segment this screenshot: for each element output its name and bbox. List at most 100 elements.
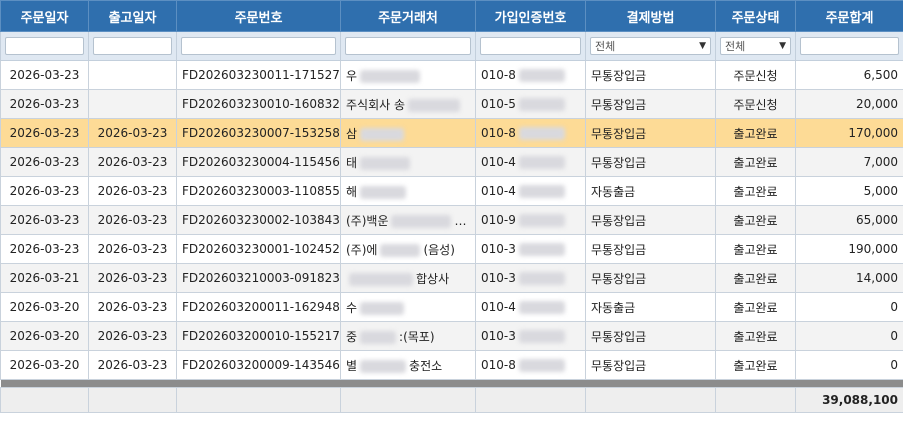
- table-row[interactable]: 2026-03-20 2026-03-23 FD202603200011-16294…: [0, 292, 903, 322]
- col-payment[interactable]: 결제방법: [585, 0, 716, 32]
- filter-total-input[interactable]: [800, 37, 899, 55]
- cell-cert-no: 010-3: [475, 234, 586, 264]
- redacted-mask: [518, 330, 565, 343]
- client-name-start: 별: [346, 358, 358, 373]
- redacted-mask: [518, 185, 565, 198]
- cert-prefix: 010-9: [481, 213, 516, 227]
- redacted-mask: [391, 214, 452, 228]
- table-row[interactable]: 2026-03-23 2026-03-23 FD202603230007-15325…: [0, 118, 903, 148]
- cell-order-date: 2026-03-23: [0, 205, 89, 235]
- cell-ship-date: 2026-03-23: [88, 118, 177, 148]
- cell-order-no: FD202603210003-091823: [176, 263, 341, 293]
- redacted-mask: [360, 127, 405, 141]
- redacted-mask: [408, 98, 461, 112]
- grand-total: 39,088,100: [795, 387, 903, 413]
- table-body: 2026-03-23 FD202603230011-171527 우 010-8 무통장…: [0, 60, 903, 380]
- cell-order-date: 2026-03-23: [0, 60, 89, 90]
- cell-total: 190,000: [795, 234, 903, 264]
- redacted-mask: [518, 243, 565, 256]
- col-cert-no[interactable]: 가입인증번호: [475, 0, 586, 32]
- cert-prefix: 010-8: [481, 358, 516, 372]
- cell-cert-no: 010-5: [475, 89, 586, 119]
- cell-cert-no: 010-4: [475, 176, 586, 206]
- cert-prefix: 010-4: [481, 155, 516, 169]
- cell-total: 0: [795, 321, 903, 351]
- redacted-mask: [360, 330, 397, 344]
- redacted-mask: [360, 69, 421, 83]
- filter-client-input[interactable]: [345, 37, 471, 55]
- cell-client: 주식회사 송: [340, 89, 476, 119]
- client-name-start: (주)백운: [346, 213, 389, 228]
- cell-status: 주문신청: [715, 89, 796, 119]
- cert-prefix: 010-5: [481, 97, 516, 111]
- cell-total: 0: [795, 350, 903, 380]
- cell-payment: 무통장입금: [585, 234, 716, 264]
- cell-payment: 무통장입금: [585, 205, 716, 235]
- table-row[interactable]: 2026-03-23 FD202603230010-160832 주식회사 송 010…: [0, 89, 903, 119]
- cell-total: 14,000: [795, 263, 903, 293]
- table-row[interactable]: 2026-03-23 FD202603230011-171527 우 010-8 무통장…: [0, 60, 903, 90]
- table-row[interactable]: 2026-03-23 2026-03-23 FD202603230004-11545…: [0, 147, 903, 177]
- redacted-mask: [518, 272, 565, 285]
- cell-status: 출고완료: [715, 176, 796, 206]
- redacted-mask: [518, 127, 565, 140]
- client-name-start: 우: [346, 68, 358, 83]
- col-client[interactable]: 주문거래처: [340, 0, 476, 32]
- table-row[interactable]: 2026-03-23 2026-03-23 FD202603230001-10245…: [0, 234, 903, 264]
- cell-payment: 자동출금: [585, 176, 716, 206]
- table-row[interactable]: 2026-03-23 2026-03-23 FD202603230002-10384…: [0, 205, 903, 235]
- cell-client: 삼: [340, 118, 476, 148]
- client-name-end: :(목포): [399, 329, 435, 344]
- cert-prefix: 010-3: [481, 242, 516, 256]
- cell-client: 해: [340, 176, 476, 206]
- client-name-start: (주)에: [346, 242, 378, 257]
- redacted-mask: [518, 156, 565, 169]
- client-name-start: 중: [346, 329, 358, 344]
- table-row[interactable]: 2026-03-23 2026-03-23 FD202603230003-11085…: [0, 176, 903, 206]
- col-ship-date[interactable]: 출고일자: [88, 0, 177, 32]
- redacted-mask: [518, 69, 565, 82]
- table-row[interactable]: 2026-03-20 2026-03-23 FD202603200010-15521…: [0, 321, 903, 351]
- cell-status: 출고완료: [715, 205, 796, 235]
- redacted-mask: [518, 98, 565, 111]
- cell-order-no: FD202603230011-171527: [176, 60, 341, 90]
- table-row[interactable]: 2026-03-20 2026-03-23 FD202603200009-14354…: [0, 350, 903, 380]
- client-name-end: …: [454, 213, 467, 228]
- cell-order-date: 2026-03-21: [0, 263, 89, 293]
- filter-row: 전체 ▼ 전체 ▼: [0, 31, 903, 61]
- cell-total: 170,000: [795, 118, 903, 148]
- filter-order-no-input[interactable]: [181, 37, 336, 55]
- table-row[interactable]: 2026-03-21 2026-03-23 FD202603210003-09182…: [0, 263, 903, 293]
- col-order-date[interactable]: 주문일자: [0, 0, 89, 32]
- filter-ship-date-input[interactable]: [93, 37, 172, 55]
- col-status[interactable]: 주문상태: [715, 0, 796, 32]
- orders-grid: 주문일자 출고일자 주문번호 주문거래처 가입인증번호 결제방법 주문상태 주문…: [0, 0, 903, 413]
- filter-status-value: 전체: [725, 40, 746, 53]
- cell-total: 5,000: [795, 176, 903, 206]
- cell-order-no: FD202603200011-162948: [176, 292, 341, 322]
- client-name-end: 충전소: [409, 358, 443, 373]
- cell-order-no: FD202603200009-143546: [176, 350, 341, 380]
- filter-order-date-input[interactable]: [5, 37, 84, 55]
- redacted-mask: [518, 359, 565, 372]
- cell-order-no: FD202603200010-155217: [176, 321, 341, 351]
- filter-cert-input[interactable]: [480, 37, 581, 55]
- cell-ship-date: 2026-03-23: [88, 292, 177, 322]
- filter-status-select[interactable]: 전체 ▼: [720, 37, 791, 55]
- cell-client: (주)백운 …: [340, 205, 476, 235]
- cert-prefix: 010-4: [481, 300, 516, 314]
- cell-payment: 무통장입금: [585, 350, 716, 380]
- cell-order-date: 2026-03-20: [0, 292, 89, 322]
- cell-payment: 자동출금: [585, 292, 716, 322]
- redacted-mask: [380, 243, 421, 257]
- redacted-mask: [518, 214, 565, 227]
- cell-total: 7,000: [795, 147, 903, 177]
- cell-payment: 무통장입금: [585, 321, 716, 351]
- cell-order-date: 2026-03-23: [0, 176, 89, 206]
- col-order-no[interactable]: 주문번호: [176, 0, 341, 32]
- col-total[interactable]: 주문합계: [795, 0, 903, 32]
- cell-total: 20,000: [795, 89, 903, 119]
- filter-payment-select[interactable]: 전체 ▼: [590, 37, 711, 55]
- cell-cert-no: 010-8: [475, 350, 586, 380]
- cell-total: 65,000: [795, 205, 903, 235]
